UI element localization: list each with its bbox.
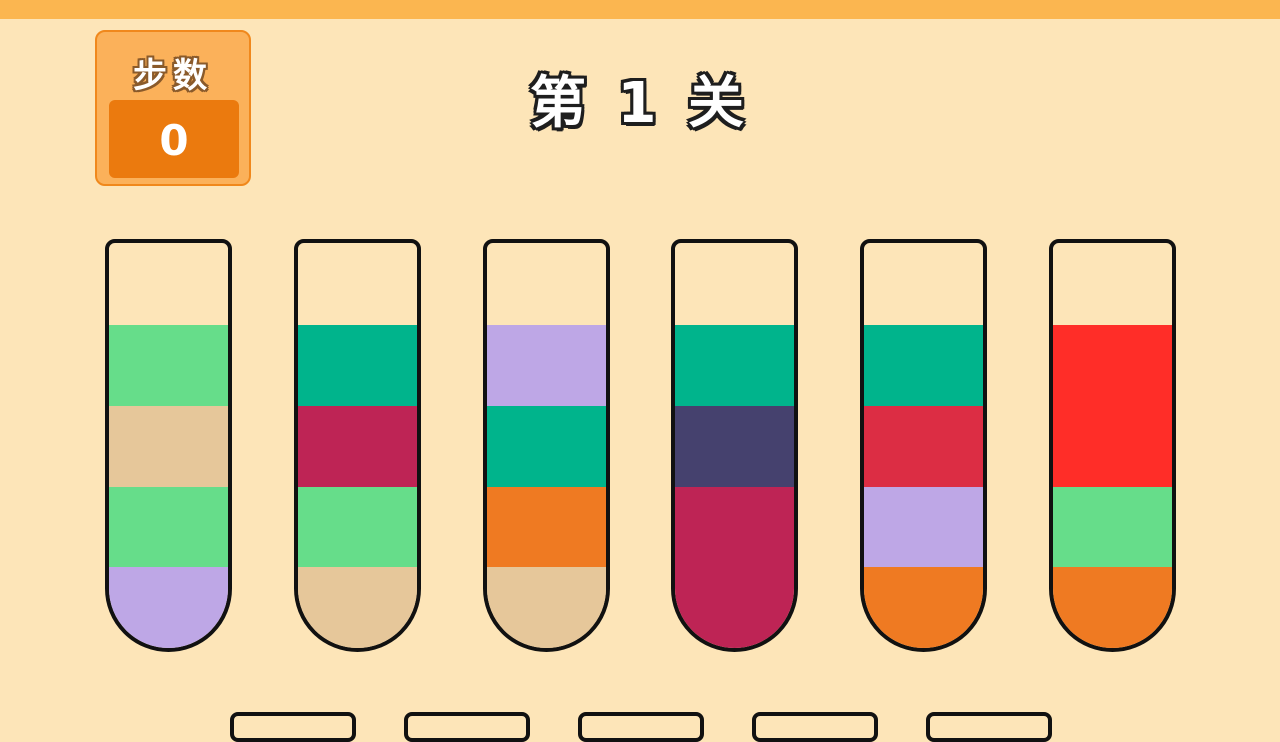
tube-liquid bbox=[1053, 325, 1172, 648]
liquid-layer bbox=[298, 405, 417, 487]
tube-2[interactable] bbox=[294, 239, 421, 652]
liquid-layer bbox=[298, 325, 417, 406]
tube-4[interactable] bbox=[671, 239, 798, 652]
tube-1[interactable] bbox=[105, 239, 232, 652]
bottom-slot-5[interactable] bbox=[926, 712, 1052, 742]
tube-liquid bbox=[864, 325, 983, 648]
liquid-layer bbox=[675, 567, 794, 648]
liquid-layer bbox=[1053, 325, 1172, 406]
tube-6[interactable] bbox=[1049, 239, 1176, 652]
liquid-layer bbox=[487, 405, 606, 487]
tube-liquid bbox=[109, 325, 228, 648]
liquid-layer bbox=[864, 405, 983, 487]
liquid-layer bbox=[487, 486, 606, 568]
bottom-slot-3[interactable] bbox=[578, 712, 704, 742]
liquid-layer bbox=[1053, 405, 1172, 487]
liquid-layer bbox=[487, 567, 606, 648]
bottom-slot-4[interactable] bbox=[752, 712, 878, 742]
bottom-slot-1[interactable] bbox=[230, 712, 356, 742]
liquid-layer bbox=[675, 486, 794, 568]
liquid-layer bbox=[1053, 567, 1172, 648]
liquid-layer bbox=[864, 486, 983, 568]
tube-5[interactable] bbox=[860, 239, 987, 652]
liquid-layer bbox=[675, 325, 794, 406]
bottom-slot-2[interactable] bbox=[404, 712, 530, 742]
liquid-layer bbox=[487, 325, 606, 406]
liquid-layer bbox=[298, 486, 417, 568]
liquid-layer bbox=[109, 486, 228, 568]
liquid-layer bbox=[864, 325, 983, 406]
tube-liquid bbox=[298, 325, 417, 648]
liquid-layer bbox=[109, 567, 228, 648]
liquid-layer bbox=[864, 567, 983, 648]
liquid-layer bbox=[109, 325, 228, 406]
tube-rack bbox=[0, 0, 1280, 720]
tube-liquid bbox=[675, 325, 794, 648]
tube-liquid bbox=[487, 325, 606, 648]
liquid-layer bbox=[109, 405, 228, 487]
liquid-layer bbox=[298, 567, 417, 648]
liquid-layer bbox=[1053, 486, 1172, 568]
liquid-layer bbox=[675, 405, 794, 487]
tube-3[interactable] bbox=[483, 239, 610, 652]
